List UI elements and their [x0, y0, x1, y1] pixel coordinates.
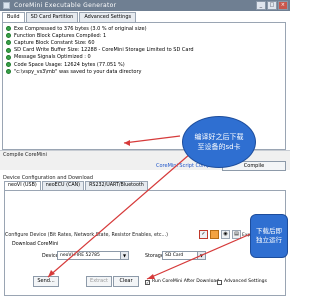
storage-label: Storage: [145, 254, 164, 259]
tab-neovi-usb[interactable]: neoVI (USB): [4, 181, 41, 190]
check-icon[interactable]: ✓: [199, 230, 208, 239]
send-button[interactable]: Send...: [33, 276, 59, 287]
success-icon: [6, 33, 11, 39]
log-line: Code Space Usage: 12624 bytes (77.051 %): [6, 61, 282, 68]
minimize-button[interactable]: _: [256, 1, 266, 10]
maximize-button[interactable]: □: [267, 1, 277, 10]
window-controls: _ □ ×: [256, 1, 288, 10]
device-tabs: neoVI (USB) neoECU (CAN) RS232/UART/Blue…: [4, 181, 149, 190]
device-label: Device: [42, 254, 59, 259]
chevron-down-icon: ▼: [120, 252, 128, 259]
device-select[interactable]: neoVI FIRE 52785 ▼: [57, 251, 129, 260]
success-icon: [6, 54, 11, 60]
annotation-callout-top: 编译好之后下载 至设备的sd卡: [182, 116, 256, 168]
app-icon: [3, 2, 10, 9]
tab-rs232-uart-bluetooth[interactable]: RS232/UART/Bluetooth: [85, 181, 148, 190]
download-coremini-label: Download CoreMini: [12, 242, 59, 247]
view-icon[interactable]: ▤: [232, 230, 241, 239]
clear-button[interactable]: Clear: [113, 276, 139, 287]
success-icon: [6, 26, 11, 32]
close-button[interactable]: ×: [278, 1, 288, 10]
configure-device-link[interactable]: Configure Device (Bit Rates, Network Sta…: [5, 233, 168, 238]
tab-sd-card-partition[interactable]: SD Card Partition: [25, 12, 79, 22]
log-line: SD Card Write Buffer Size: 12288 - CoreM…: [6, 47, 282, 54]
storage-select[interactable]: SD Card ▼: [162, 251, 206, 260]
tab-advanced-settings[interactable]: Advanced Settings: [79, 12, 137, 22]
log-line: Capture Block Constant Size: 60: [6, 39, 282, 46]
success-icon: [6, 47, 11, 53]
advanced-settings-label: Advanced Settings: [224, 279, 267, 284]
settings-icon[interactable]: [210, 230, 219, 239]
eye-icon[interactable]: ◉: [221, 230, 230, 239]
window-title: CoreMini Executable Generator: [14, 2, 117, 9]
success-icon: [6, 62, 11, 68]
log-line: Function Block Captures Compiled: 1: [6, 32, 282, 39]
log-line: "c:\vspy_vs3\mb" was saved to your data …: [6, 68, 282, 75]
log-line: Exe Compressed to 376 bytes (3.0 % of or…: [6, 25, 282, 32]
annotation-callout-bottom: 下载后即 独立运行: [250, 214, 288, 258]
success-icon: [6, 69, 11, 75]
run-after-download-label: Run CoreMini After Download: [152, 279, 220, 284]
chevron-down-icon: ▼: [197, 252, 205, 259]
success-icon: [6, 40, 11, 46]
tab-neoecu-can[interactable]: neoECU (CAN): [41, 181, 85, 190]
log-line: Message Signals Optimized : 0: [6, 54, 282, 61]
run-after-download-checkbox[interactable]: ✓: [145, 280, 150, 285]
compile-section-title: Compile CoreMini: [3, 152, 47, 158]
title-bar: CoreMini Executable Generator _ □ ×: [0, 0, 290, 11]
advanced-settings-checkbox[interactable]: [217, 280, 222, 285]
extract-button[interactable]: Extract: [86, 276, 112, 287]
device-toolbar: ✓ ◉ ▤: [199, 230, 241, 239]
